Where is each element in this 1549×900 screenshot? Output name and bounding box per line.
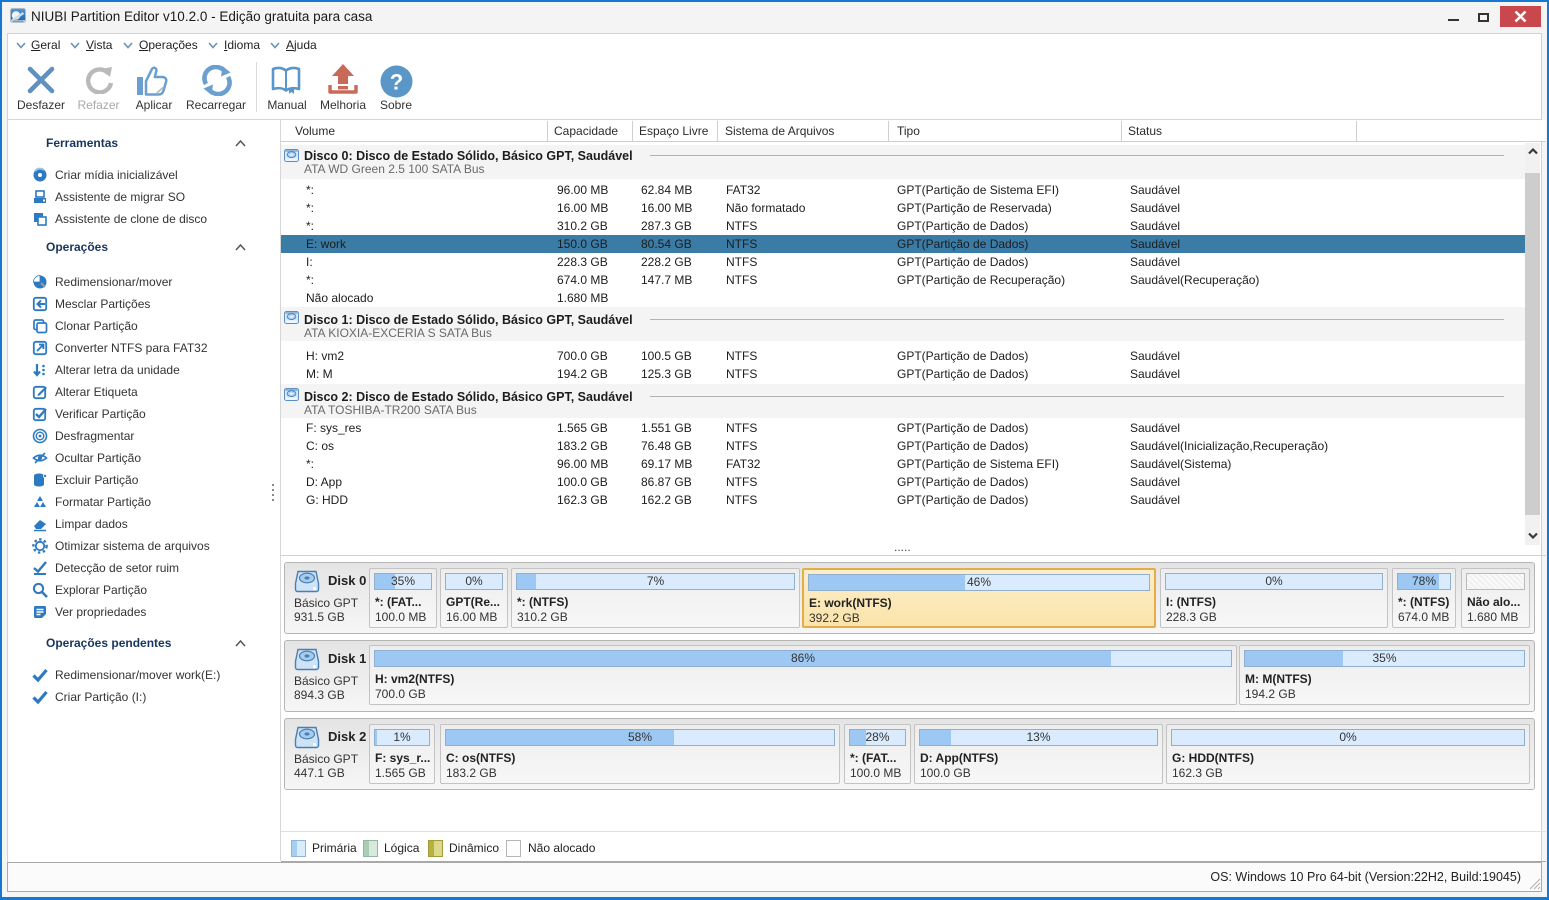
svg-text:?: ? [390,70,403,95]
